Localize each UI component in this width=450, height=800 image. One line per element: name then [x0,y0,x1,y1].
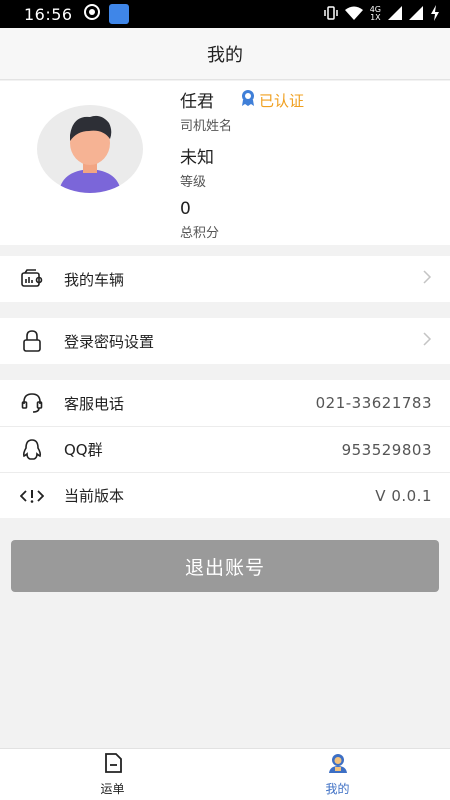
app-notification-icon [108,4,129,24]
tab-waybill-label: 运单 [100,782,125,796]
my-vehicle-label: 我的车辆 [64,270,125,289]
status-time: 16:56 [24,4,73,24]
user-icon [327,752,349,778]
version-label: 当前版本 [64,487,125,505]
qq-group-row[interactable]: QQ群 953529803 [0,426,450,472]
code-icon [20,484,44,508]
headset-icon [20,391,44,415]
qq-icon [20,438,44,462]
battery-charging-icon [430,4,440,24]
verified-text: 已认证 [259,91,305,110]
password-settings-label: 登录密码设置 [64,332,155,351]
vehicle-card: 我的车辆 [0,256,450,302]
level-value: 未知 [180,148,214,168]
avatar[interactable] [37,105,143,193]
customer-service-label: 客服电话 [64,394,125,413]
tab-waybill[interactable]: 运单 [0,749,225,800]
header: 我的 [0,28,450,80]
customer-service-row[interactable]: 客服电话 021-33621783 [0,380,450,426]
points-block: 0 总积分 [180,199,219,241]
notification-app-icon [83,3,101,25]
lock-icon [20,329,44,353]
wifi-icon [344,6,363,23]
my-vehicle-row[interactable]: 我的车辆 [0,256,450,302]
version-row: 当前版本 V 0.0.1 [0,472,450,518]
status-bar: 16:56 4G 1X [0,0,450,28]
certified-icon [240,89,256,111]
signal-icon [388,5,402,23]
waybill-icon [103,752,123,778]
page-title: 我的 [207,44,243,66]
password-card: 登录密码设置 [0,318,450,364]
tab-mine[interactable]: 我的 [225,749,450,800]
qq-group-number: 953529803 [341,440,432,459]
driver-name-label: 司机姓名 [180,119,233,134]
logout-button[interactable]: 退出账号 [11,540,439,592]
tab-mine-label: 我的 [325,782,350,796]
chevron-right-icon [422,269,432,289]
info-card: 客服电话 021-33621783 QQ群 953529803 当前版本 V 0… [0,380,450,518]
bottom-tab-bar: 运单 我的 [0,748,450,800]
verified-badge: 已认证 [240,89,304,111]
profile-card: 任君 司机姓名 已认证 未知 等级 0 总积分 [0,81,450,245]
password-settings-row[interactable]: 登录密码设置 [0,318,450,364]
qq-group-label: QQ群 [64,441,103,459]
signal-icon-2 [409,5,423,23]
points-value: 0 [180,199,191,219]
level-block: 未知 等级 [180,143,214,190]
network-type: 4G 1X [369,5,381,22]
customer-service-phone: 021-33621783 [315,394,432,412]
version-value: V 0.0.1 [375,486,432,505]
vibrate-icon [323,5,338,24]
level-label: 等级 [180,175,207,190]
driver-name: 任君 [180,92,214,112]
vehicle-icon [20,267,44,291]
driver-name-block: 任君 司机姓名 [180,87,232,134]
chevron-right-icon [422,331,432,351]
points-label: 总积分 [180,226,220,241]
